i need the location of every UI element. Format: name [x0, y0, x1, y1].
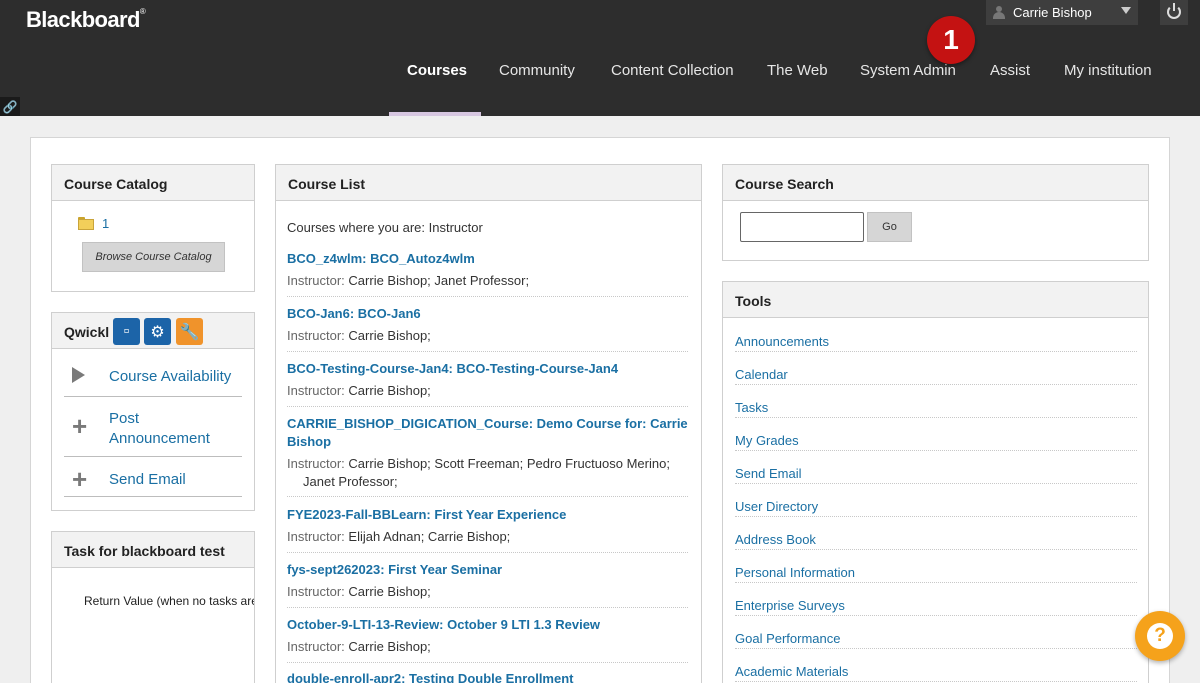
top-bar: Blackboard® Carrie Bishop Courses Commun… [0, 0, 1200, 116]
step-badge: 1 [927, 16, 975, 64]
course-item: fys-sept262023: First Year Seminar Instr… [287, 561, 688, 608]
task-module: Task for blackboard test Return Value (w… [51, 531, 255, 683]
user-menu[interactable]: Carrie Bishop [986, 0, 1138, 25]
tab-the-web[interactable]: The Web [767, 62, 828, 84]
course-link[interactable]: BCO-Jan6: BCO-Jan6 [287, 305, 688, 323]
course-link[interactable]: FYE2023-Fall-BBLearn: First Year Experie… [287, 506, 688, 524]
user-name: Carrie Bishop [1013, 5, 1092, 20]
course-link[interactable]: BCO-Testing-Course-Jan4: BCO-Testing-Cou… [287, 360, 688, 378]
tab-assist[interactable]: Assist [990, 62, 1030, 84]
browse-course-catalog-button[interactable]: Browse Course Catalog [82, 242, 225, 272]
course-link[interactable]: CARRIE_BISHOP_DIGICATION_Course: Demo Co… [287, 415, 688, 451]
tool-calendar[interactable]: Calendar [735, 352, 1137, 385]
play-icon [72, 367, 85, 383]
course-list-module: Course List Courses where you are: Instr… [275, 164, 702, 683]
module-title: Course List [276, 165, 701, 201]
course-item: CARRIE_BISHOP_DIGICATION_Course: Demo Co… [287, 415, 688, 497]
tool-send-email[interactable]: Send Email [735, 451, 1137, 484]
tool-tasks[interactable]: Tasks [735, 385, 1137, 418]
course-instructors: Instructor: Carrie Bishop; [287, 584, 431, 599]
caret-down-icon [1121, 7, 1131, 14]
catalog-folder-link[interactable]: 1 [102, 216, 109, 231]
tool-goal-performance[interactable]: Goal Performance [735, 616, 1137, 649]
tab-content-collection[interactable]: Content Collection [611, 62, 734, 84]
tool-personal-information[interactable]: Personal Information [735, 550, 1137, 583]
course-catalog-module: Course Catalog 1 Browse Course Catalog [51, 164, 255, 292]
course-item: BCO-Testing-Course-Jan4: BCO-Testing-Cou… [287, 360, 688, 407]
power-icon[interactable] [1160, 0, 1188, 25]
qwickly-module: Qwickl ▫ ⚙ 🔧 Course Availability + Post … [51, 312, 255, 511]
course-item: BCO-Jan6: BCO-Jan6 Instructor: Carrie Bi… [287, 305, 688, 352]
course-link[interactable]: BCO_z4wlm: BCO_Autoz4wlm [287, 250, 688, 268]
course-item: double-enroll-apr2: Testing Double Enrol… [287, 670, 688, 683]
tool-enterprise-surveys[interactable]: Enterprise Surveys [735, 583, 1137, 616]
tab-my-institution[interactable]: My institution [1064, 62, 1152, 84]
qwickly-item-post-announcement[interactable]: + Post Announcement [64, 397, 242, 457]
course-instructors: Instructor: Carrie Bishop; [287, 383, 431, 398]
course-instructors: Instructor: Carrie Bishop; Janet Profess… [287, 273, 530, 288]
qwickly-item-course-availability[interactable]: Course Availability [64, 363, 242, 397]
tool-address-book[interactable]: Address Book [735, 517, 1137, 550]
active-tab-indicator [389, 112, 481, 116]
question-icon: ? [1147, 623, 1173, 649]
module-title: Tools [723, 282, 1148, 318]
chat-icon[interactable]: ▫ [113, 318, 140, 345]
course-list-intro: Courses where you are: Instructor [287, 220, 483, 235]
course-item: FYE2023-Fall-BBLearn: First Year Experie… [287, 506, 688, 553]
module-title: Course Catalog [52, 165, 254, 201]
help-button[interactable]: ? [1135, 611, 1185, 661]
tab-system-admin[interactable]: System Admin [860, 62, 956, 84]
tool-user-directory[interactable]: User Directory [735, 484, 1137, 517]
plus-icon: + [72, 464, 88, 494]
course-instructors: Instructor: Carrie Bishop; [287, 328, 431, 343]
go-button[interactable]: Go [867, 212, 912, 242]
tab-community[interactable]: Community [499, 62, 575, 84]
course-instructors: Instructor: Elijah Adnan; Carrie Bishop; [287, 529, 511, 544]
module-title: Task for blackboard test [52, 532, 254, 568]
user-icon [993, 6, 1005, 19]
tab-courses[interactable]: Courses [407, 62, 467, 84]
plus-icon: + [72, 411, 88, 441]
course-item: BCO_z4wlm: BCO_Autoz4wlm Instructor: Car… [287, 250, 688, 297]
course-search-input[interactable] [740, 212, 864, 242]
tool-academic-materials[interactable]: Academic Materials [735, 649, 1137, 682]
qwickly-item-send-email[interactable]: + Send Email [64, 457, 242, 497]
tool-announcements[interactable]: Announcements [735, 319, 1137, 352]
blackboard-logo[interactable]: Blackboard® [26, 7, 146, 33]
wrench-icon[interactable]: 🔧 [176, 318, 203, 345]
course-link[interactable]: October-9-LTI-13-Review: October 9 LTI 1… [287, 616, 688, 634]
course-link[interactable]: fys-sept262023: First Year Seminar [287, 561, 688, 579]
task-text: Return Value (when no tasks are [84, 594, 255, 608]
course-item: October-9-LTI-13-Review: October 9 LTI 1… [287, 616, 688, 663]
gear-icon[interactable]: ⚙ [144, 318, 171, 345]
course-instructors: Instructor: Carrie Bishop; [287, 639, 431, 654]
course-instructors: Instructor: Carrie Bishop; Scott Freeman… [287, 456, 670, 489]
link-icon[interactable]: 🔗 [0, 97, 20, 116]
course-search-module: Course Search Go [722, 164, 1149, 261]
tools-module: Tools Announcements Calendar Tasks My Gr… [722, 281, 1149, 683]
folder-icon [78, 217, 94, 230]
module-title: Course Search [723, 165, 1148, 201]
course-link[interactable]: double-enroll-apr2: Testing Double Enrol… [287, 670, 688, 683]
tool-my-grades[interactable]: My Grades [735, 418, 1137, 451]
